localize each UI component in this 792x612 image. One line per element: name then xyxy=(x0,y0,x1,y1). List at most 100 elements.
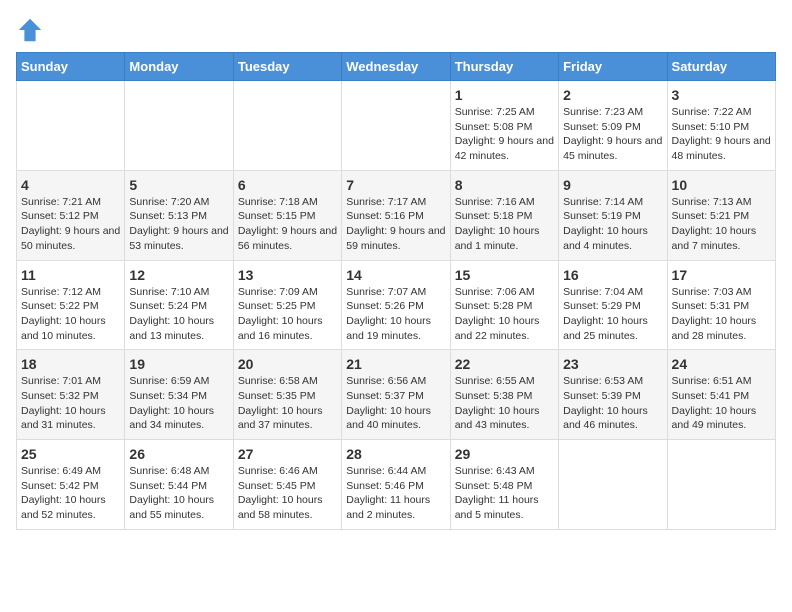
day-number: 27 xyxy=(238,446,337,462)
week-row-1: 4 Sunrise: 7:21 AM Sunset: 5:12 PM Daylig… xyxy=(17,170,776,260)
day-info: Sunrise: 6:49 AM Sunset: 5:42 PM Dayligh… xyxy=(21,464,120,523)
calendar-table: SundayMondayTuesdayWednesdayThursdayFrid… xyxy=(16,52,776,530)
day-info: Sunrise: 6:59 AM Sunset: 5:34 PM Dayligh… xyxy=(129,374,228,433)
logo xyxy=(16,16,48,44)
calendar-cell: 29 Sunrise: 6:43 AM Sunset: 5:48 PM Dayli… xyxy=(450,440,558,530)
week-row-3: 18 Sunrise: 7:01 AM Sunset: 5:32 PM Dayli… xyxy=(17,350,776,440)
day-number: 8 xyxy=(455,177,554,193)
day-info: Sunrise: 6:46 AM Sunset: 5:45 PM Dayligh… xyxy=(238,464,337,523)
day-info: Sunrise: 7:16 AM Sunset: 5:18 PM Dayligh… xyxy=(455,195,554,254)
calendar-cell: 21 Sunrise: 6:56 AM Sunset: 5:37 PM Dayli… xyxy=(342,350,450,440)
day-number: 18 xyxy=(21,356,120,372)
header-tuesday: Tuesday xyxy=(233,53,341,81)
day-info: Sunrise: 6:51 AM Sunset: 5:41 PM Dayligh… xyxy=(672,374,771,433)
day-number: 4 xyxy=(21,177,120,193)
week-row-0: 1 Sunrise: 7:25 AM Sunset: 5:08 PM Daylig… xyxy=(17,81,776,171)
day-info: Sunrise: 7:01 AM Sunset: 5:32 PM Dayligh… xyxy=(21,374,120,433)
day-info: Sunrise: 7:07 AM Sunset: 5:26 PM Dayligh… xyxy=(346,285,445,344)
day-number: 10 xyxy=(672,177,771,193)
day-number: 28 xyxy=(346,446,445,462)
day-info: Sunrise: 6:58 AM Sunset: 5:35 PM Dayligh… xyxy=(238,374,337,433)
day-number: 23 xyxy=(563,356,662,372)
day-info: Sunrise: 6:55 AM Sunset: 5:38 PM Dayligh… xyxy=(455,374,554,433)
header-wednesday: Wednesday xyxy=(342,53,450,81)
day-info: Sunrise: 6:43 AM Sunset: 5:48 PM Dayligh… xyxy=(455,464,554,523)
day-number: 21 xyxy=(346,356,445,372)
day-info: Sunrise: 6:56 AM Sunset: 5:37 PM Dayligh… xyxy=(346,374,445,433)
day-number: 12 xyxy=(129,267,228,283)
day-info: Sunrise: 7:25 AM Sunset: 5:08 PM Dayligh… xyxy=(455,105,554,164)
day-number: 19 xyxy=(129,356,228,372)
header-sunday: Sunday xyxy=(17,53,125,81)
calendar-cell: 19 Sunrise: 6:59 AM Sunset: 5:34 PM Dayli… xyxy=(125,350,233,440)
calendar-cell xyxy=(233,81,341,171)
day-number: 22 xyxy=(455,356,554,372)
day-number: 11 xyxy=(21,267,120,283)
header-friday: Friday xyxy=(559,53,667,81)
day-number: 1 xyxy=(455,87,554,103)
day-number: 16 xyxy=(563,267,662,283)
day-number: 2 xyxy=(563,87,662,103)
day-number: 26 xyxy=(129,446,228,462)
day-number: 9 xyxy=(563,177,662,193)
calendar-cell: 3Sunrise: 7:22 AM Sunset: 5:10 PM Daylig… xyxy=(667,81,775,171)
calendar-cell: 8 Sunrise: 7:16 AM Sunset: 5:18 PM Daylig… xyxy=(450,170,558,260)
week-row-2: 11 Sunrise: 7:12 AM Sunset: 5:22 PM Dayli… xyxy=(17,260,776,350)
day-number: 3 xyxy=(672,87,771,103)
day-number: 7 xyxy=(346,177,445,193)
day-info: Sunrise: 7:14 AM Sunset: 5:19 PM Dayligh… xyxy=(563,195,662,254)
calendar-cell: 4 Sunrise: 7:21 AM Sunset: 5:12 PM Daylig… xyxy=(17,170,125,260)
calendar-cell: 15Sunrise: 7:06 AM Sunset: 5:28 PM Dayli… xyxy=(450,260,558,350)
day-number: 6 xyxy=(238,177,337,193)
day-number: 29 xyxy=(455,446,554,462)
calendar-header-row: SundayMondayTuesdayWednesdayThursdayFrid… xyxy=(17,53,776,81)
day-number: 15 xyxy=(455,267,554,283)
day-info: Sunrise: 6:44 AM Sunset: 5:46 PM Dayligh… xyxy=(346,464,445,523)
day-number: 13 xyxy=(238,267,337,283)
calendar-cell: 12 Sunrise: 7:10 AM Sunset: 5:24 PM Dayli… xyxy=(125,260,233,350)
calendar-cell: 25 Sunrise: 6:49 AM Sunset: 5:42 PM Dayli… xyxy=(17,440,125,530)
day-number: 5 xyxy=(129,177,228,193)
calendar-cell: 27 Sunrise: 6:46 AM Sunset: 5:45 PM Dayli… xyxy=(233,440,341,530)
calendar-cell: 28 Sunrise: 6:44 AM Sunset: 5:46 PM Dayli… xyxy=(342,440,450,530)
day-info: Sunrise: 7:21 AM Sunset: 5:12 PM Dayligh… xyxy=(21,195,120,254)
logo-icon xyxy=(16,16,44,44)
header-saturday: Saturday xyxy=(667,53,775,81)
day-info: Sunrise: 7:09 AM Sunset: 5:25 PM Dayligh… xyxy=(238,285,337,344)
calendar-cell: 11 Sunrise: 7:12 AM Sunset: 5:22 PM Dayli… xyxy=(17,260,125,350)
calendar-cell: 20 Sunrise: 6:58 AM Sunset: 5:35 PM Dayli… xyxy=(233,350,341,440)
calendar-cell: 14 Sunrise: 7:07 AM Sunset: 5:26 PM Dayli… xyxy=(342,260,450,350)
day-info: Sunrise: 7:10 AM Sunset: 5:24 PM Dayligh… xyxy=(129,285,228,344)
calendar-cell: 16 Sunrise: 7:04 AM Sunset: 5:29 PM Dayli… xyxy=(559,260,667,350)
calendar-cell xyxy=(17,81,125,171)
calendar-cell: 22 Sunrise: 6:55 AM Sunset: 5:38 PM Dayli… xyxy=(450,350,558,440)
calendar-cell: 1 Sunrise: 7:25 AM Sunset: 5:08 PM Daylig… xyxy=(450,81,558,171)
calendar-cell: 13 Sunrise: 7:09 AM Sunset: 5:25 PM Dayli… xyxy=(233,260,341,350)
day-info: Sunrise: 7:12 AM Sunset: 5:22 PM Dayligh… xyxy=(21,285,120,344)
calendar-cell: 23 Sunrise: 6:53 AM Sunset: 5:39 PM Dayli… xyxy=(559,350,667,440)
calendar-cell: 26 Sunrise: 6:48 AM Sunset: 5:44 PM Dayli… xyxy=(125,440,233,530)
calendar-cell: 2Sunrise: 7:23 AM Sunset: 5:09 PM Daylig… xyxy=(559,81,667,171)
calendar-cell: 9 Sunrise: 7:14 AM Sunset: 5:19 PM Daylig… xyxy=(559,170,667,260)
day-number: 17 xyxy=(672,267,771,283)
calendar-cell: 18 Sunrise: 7:01 AM Sunset: 5:32 PM Dayli… xyxy=(17,350,125,440)
calendar-cell: 24Sunrise: 6:51 AM Sunset: 5:41 PM Dayli… xyxy=(667,350,775,440)
calendar-cell: 17Sunrise: 7:03 AM Sunset: 5:31 PM Dayli… xyxy=(667,260,775,350)
calendar-cell: 5Sunrise: 7:20 AM Sunset: 5:13 PM Daylig… xyxy=(125,170,233,260)
day-info: Sunrise: 6:48 AM Sunset: 5:44 PM Dayligh… xyxy=(129,464,228,523)
day-number: 25 xyxy=(21,446,120,462)
day-number: 20 xyxy=(238,356,337,372)
day-info: Sunrise: 6:53 AM Sunset: 5:39 PM Dayligh… xyxy=(563,374,662,433)
header xyxy=(16,16,776,44)
day-info: Sunrise: 7:13 AM Sunset: 5:21 PM Dayligh… xyxy=(672,195,771,254)
header-thursday: Thursday xyxy=(450,53,558,81)
day-number: 14 xyxy=(346,267,445,283)
calendar-cell: 6Sunrise: 7:18 AM Sunset: 5:15 PM Daylig… xyxy=(233,170,341,260)
calendar-cell xyxy=(342,81,450,171)
header-monday: Monday xyxy=(125,53,233,81)
calendar-cell xyxy=(125,81,233,171)
calendar-cell xyxy=(667,440,775,530)
week-row-4: 25 Sunrise: 6:49 AM Sunset: 5:42 PM Dayli… xyxy=(17,440,776,530)
calendar-cell: 7Sunrise: 7:17 AM Sunset: 5:16 PM Daylig… xyxy=(342,170,450,260)
day-info: Sunrise: 7:04 AM Sunset: 5:29 PM Dayligh… xyxy=(563,285,662,344)
